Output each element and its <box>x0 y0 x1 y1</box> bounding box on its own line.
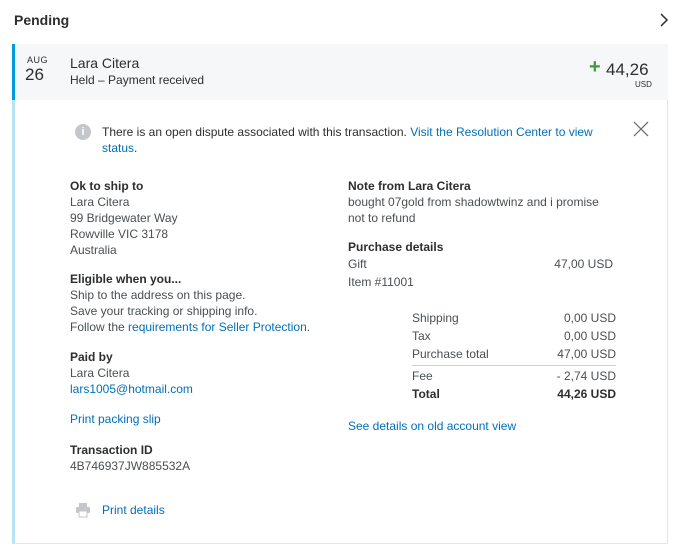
print-details-link[interactable]: Print details <box>102 502 165 518</box>
eligible-block: Eligible when you... Ship to the address… <box>70 271 340 335</box>
shipping-row: Shipping 0,00 USD <box>412 310 616 326</box>
ship-to-heading: Ok to ship to <box>70 179 144 193</box>
note-line-2: not to refund <box>348 211 416 225</box>
buyer-note-block: Note from Lara Citera bought 07gold from… <box>348 178 618 226</box>
item-price: 47,00 USD <box>554 257 613 271</box>
transaction-details-panel: i There is an open dispute associated wi… <box>12 100 668 544</box>
total-label: Total <box>412 387 440 401</box>
shipping-label: Shipping <box>412 311 459 325</box>
purchase-total-label: Purchase total <box>412 347 489 361</box>
note-line-1: bought 07gold from shadowtwinz and i pro… <box>348 195 599 209</box>
printer-icon[interactable] <box>75 502 91 518</box>
seller-protection-link[interactable]: requirements for Seller Protection <box>128 320 307 334</box>
purchase-total-row: Purchase total 47,00 USD <box>412 346 616 362</box>
note-heading: Note from Lara Citera <box>348 179 471 193</box>
transaction-id-block: Transaction ID 4B746937JW885532A <box>70 442 330 474</box>
ship-to-name: Lara Citera <box>70 195 130 209</box>
transaction-currency: USD <box>635 80 652 89</box>
transaction-status: Held – Payment received <box>70 73 205 87</box>
eligible-line-3: Follow the requirements for Seller Prote… <box>70 319 340 335</box>
plus-sign: + <box>589 56 601 78</box>
ship-to-country: Australia <box>70 243 117 257</box>
item-number: Item #11001 <box>348 275 414 289</box>
purchase-item-row: Gift 47,00 USD <box>348 256 613 272</box>
eligible-heading: Eligible when you... <box>70 272 182 286</box>
pending-header[interactable]: Pending <box>0 0 678 42</box>
old-account-view-link[interactable]: See details on old account view <box>348 418 516 434</box>
fee-label: Fee <box>412 369 433 383</box>
purchase-total-value: 47,00 USD <box>557 347 616 361</box>
info-icon: i <box>75 124 91 140</box>
transaction-amount: 44,26 <box>606 60 649 79</box>
date-month: AUG <box>27 55 49 65</box>
section-title: Pending <box>14 12 70 28</box>
eligible-line-3-end: . <box>306 320 311 334</box>
date-day: 26 <box>25 65 44 84</box>
transaction-summary-row[interactable]: AUG 26 Lara Citera Held – Payment receiv… <box>12 44 668 100</box>
tax-row: Tax 0,00 USD <box>412 328 616 344</box>
totals-divider <box>412 365 616 366</box>
counterparty-name: Lara Citera <box>70 55 140 71</box>
eligible-line-3-prefix: Follow the <box>70 320 129 334</box>
item-name: Gift <box>348 257 367 271</box>
fee-value: - 2,74 USD <box>556 369 616 383</box>
dispute-notice: There is an open dispute associated with… <box>102 124 622 156</box>
eligible-line-1: Ship to the address on this page. <box>70 288 246 302</box>
ship-to-block: Ok to ship to Lara Citera 99 Bridgewater… <box>70 178 330 258</box>
paid-by-heading: Paid by <box>70 350 113 364</box>
purchase-details-heading: Purchase details <box>348 240 444 254</box>
dispute-notice-text: There is an open dispute associated with… <box>102 125 411 139</box>
total-row: Total 44,26 USD <box>412 386 616 402</box>
shipping-value: 0,00 USD <box>563 311 616 325</box>
print-packing-slip-link[interactable]: Print packing slip <box>70 411 161 427</box>
tax-label: Tax <box>412 329 431 343</box>
total-value: 44,26 USD <box>557 387 616 401</box>
payer-email-link[interactable]: lars1005@hotmail.com <box>70 382 193 396</box>
transaction-id-heading: Transaction ID <box>70 443 153 457</box>
payer-name: Lara Citera <box>70 366 130 380</box>
fee-row: Fee - 2,74 USD <box>412 368 616 384</box>
ship-to-street: 99 Bridgewater Way <box>70 211 178 225</box>
tax-value: 0,00 USD <box>563 329 616 343</box>
close-icon[interactable] <box>632 120 650 138</box>
eligible-line-2: Save your tracking or shipping info. <box>70 304 258 318</box>
transaction-id-value: 4B746937JW885532A <box>70 459 191 473</box>
ship-to-city: Rowville VIC 3178 <box>70 227 169 241</box>
dispute-notice-end: . <box>134 141 138 155</box>
chevron-right-icon[interactable] <box>658 12 670 28</box>
paid-by-block: Paid by Lara Citera lars1005@hotmail.com <box>70 349 330 397</box>
